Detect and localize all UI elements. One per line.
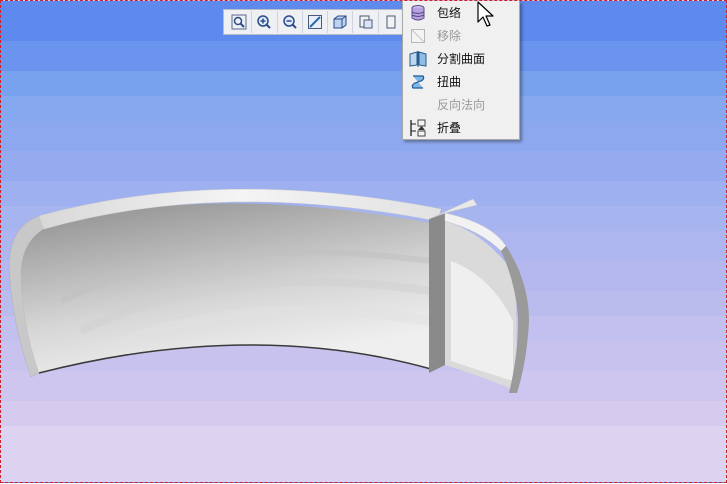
menu-item-label: 分割曲面	[437, 52, 486, 66]
curved-shell-model[interactable]	[1, 1, 727, 484]
zoom-fit-icon	[231, 14, 247, 30]
menu-item-label: 折叠	[437, 121, 462, 135]
zoom-in-button[interactable]	[252, 11, 278, 33]
display-style-button[interactable]	[328, 11, 354, 33]
reverse-normal-icon	[408, 96, 428, 114]
menu-item-wrap[interactable]: 包络	[403, 1, 519, 24]
zoom-in-icon	[257, 15, 272, 29]
view-orientation-button[interactable]	[303, 11, 329, 33]
menu-item-remove: 移除	[403, 24, 519, 47]
twist-icon	[408, 73, 428, 91]
menu-item-label: 移除	[437, 29, 462, 43]
menu-item-split-surface[interactable]: 分割曲面	[403, 47, 519, 70]
more-tools-icon	[386, 15, 396, 29]
mouse-pointer-icon	[477, 1, 494, 27]
fold-icon	[408, 119, 428, 137]
menu-item-label: 包络	[437, 6, 462, 20]
more-tools-button[interactable]	[379, 11, 404, 33]
menu-item-fold[interactable]: 折叠	[403, 116, 519, 139]
menu-item-reverse-normal: 反向法向	[403, 93, 519, 116]
zoom-out-button[interactable]	[278, 11, 303, 33]
view-orientation-icon	[308, 15, 323, 29]
menu-item-label: 反向法向	[437, 98, 486, 112]
menu-item-twist[interactable]: 扭曲	[403, 70, 519, 93]
split-surface-icon	[408, 50, 428, 68]
remove-icon	[408, 27, 428, 45]
graphics-viewport[interactable]: 包络 移除 分割曲面 扭曲 反向法向 折叠	[0, 0, 727, 483]
view-manager-icon	[359, 15, 373, 29]
context-menu: 包络 移除 分割曲面 扭曲 反向法向 折叠	[402, 1, 520, 140]
divider-plate	[429, 213, 445, 373]
wrap-icon	[408, 4, 428, 22]
zoom-out-icon	[282, 15, 297, 29]
zoom-fit-button[interactable]	[227, 11, 253, 33]
menu-item-label: 扭曲	[437, 75, 462, 89]
view-manager-button[interactable]	[353, 11, 379, 33]
display-style-icon	[333, 15, 347, 29]
view-toolbar	[223, 9, 405, 35]
